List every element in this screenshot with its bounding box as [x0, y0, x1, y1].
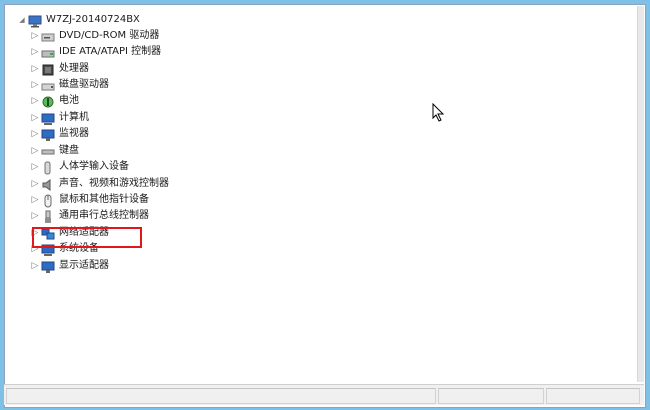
network-adapter-highlight-box	[32, 227, 142, 248]
device-tree: ◢ W7ZJ-20140724BX ▷ DVD/CD-ROM 驱动器 ▷ IDE…	[6, 6, 637, 382]
tree-root[interactable]: ◢ W7ZJ-20140724BX	[18, 12, 140, 28]
mouse-cursor-icon	[432, 103, 445, 122]
tree-item-label: 电池	[59, 95, 79, 106]
dvd-drive-icon	[41, 29, 55, 43]
tree-item-label: 监视器	[59, 128, 89, 139]
status-bar	[4, 384, 644, 405]
keyboard-icon	[41, 144, 55, 158]
expand-arrow-icon[interactable]: ▷	[31, 211, 39, 221]
tree-item-label: IDE ATA/ATAPI 控制器	[59, 46, 162, 57]
processor-icon	[41, 62, 55, 76]
expand-arrow-icon[interactable]: ▷	[31, 80, 39, 90]
status-segment	[6, 388, 436, 404]
collapse-arrow-icon[interactable]: ◢	[18, 16, 26, 25]
tree-item-label: 磁盘驱动器	[59, 79, 109, 90]
expand-arrow-icon[interactable]: ▷	[31, 113, 39, 123]
tree-item-label: 处理器	[59, 63, 89, 74]
tree-root-label: W7ZJ-20140724BX	[46, 14, 140, 25]
display-adapter-icon	[41, 259, 55, 273]
expand-arrow-icon[interactable]: ▷	[31, 129, 39, 139]
status-segment	[438, 388, 544, 404]
tree-item-label: 显示适配器	[59, 260, 109, 271]
mouse-icon	[41, 193, 55, 208]
tree-item-hid[interactable]: ▷ 人体学输入设备	[31, 159, 129, 175]
vertical-scrollbar[interactable]	[637, 6, 644, 382]
expand-arrow-icon[interactable]: ▷	[31, 64, 39, 74]
tree-item-computer[interactable]: ▷ 计算机	[31, 110, 89, 126]
tree-item-label: DVD/CD-ROM 驱动器	[59, 30, 160, 41]
expand-arrow-icon[interactable]: ▷	[31, 146, 39, 156]
tree-item-keyboard[interactable]: ▷ 键盘	[31, 143, 79, 159]
expand-arrow-icon[interactable]: ▷	[31, 261, 39, 271]
battery-icon	[41, 94, 55, 108]
tree-item-label: 计算机	[59, 112, 89, 123]
tree-item-usb[interactable]: ▷ 通用串行总线控制器	[31, 208, 149, 224]
expand-arrow-icon[interactable]: ▷	[31, 179, 39, 189]
disk-drive-icon	[41, 78, 55, 92]
status-segment	[546, 388, 640, 404]
tree-item-display[interactable]: ▷ 显示适配器	[31, 258, 109, 274]
tree-item-battery[interactable]: ▷ 电池	[31, 93, 79, 109]
hid-icon	[41, 160, 55, 175]
tree-item-label: 通用串行总线控制器	[59, 210, 149, 221]
tree-item-monitor[interactable]: ▷ 监视器	[31, 126, 89, 142]
tree-item-label: 声音、视频和游戏控制器	[59, 178, 169, 189]
computer-icon	[41, 111, 55, 125]
expand-arrow-icon[interactable]: ▷	[31, 162, 39, 172]
monitor-icon	[41, 127, 55, 141]
sound-icon	[41, 177, 55, 191]
tree-item-mouse[interactable]: ▷ 鼠标和其他指针设备	[31, 192, 149, 208]
tree-item-processor[interactable]: ▷ 处理器	[31, 61, 89, 77]
tree-item-label: 人体学输入设备	[59, 161, 129, 172]
tree-item-sound[interactable]: ▷ 声音、视频和游戏控制器	[31, 176, 169, 192]
computer-icon	[28, 13, 42, 28]
expand-arrow-icon[interactable]: ▷	[31, 47, 39, 57]
ide-controller-icon	[41, 45, 55, 59]
expand-arrow-icon[interactable]: ▷	[31, 96, 39, 106]
tree-item-dvd[interactable]: ▷ DVD/CD-ROM 驱动器	[31, 28, 159, 44]
tree-item-label: 键盘	[59, 145, 79, 156]
tree-item-label: 鼠标和其他指针设备	[59, 194, 149, 205]
tree-item-disk[interactable]: ▷ 磁盘驱动器	[31, 77, 109, 93]
usb-icon	[41, 209, 55, 223]
expand-arrow-icon[interactable]: ▷	[31, 195, 39, 205]
expand-arrow-icon[interactable]: ▷	[31, 31, 39, 41]
tree-item-ide[interactable]: ▷ IDE ATA/ATAPI 控制器	[31, 44, 161, 60]
